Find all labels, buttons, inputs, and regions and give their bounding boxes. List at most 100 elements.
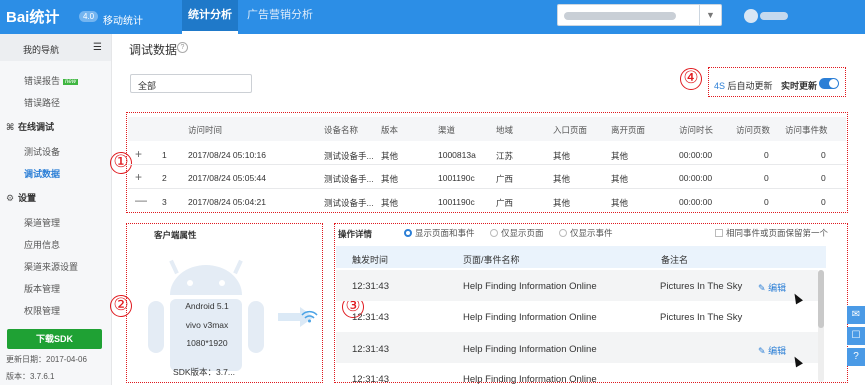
row-divider xyxy=(128,164,846,165)
radio-pages-only[interactable]: 仅显示页面 xyxy=(490,227,544,239)
username-redacted xyxy=(760,12,788,20)
table-cell-entry: 其他 xyxy=(553,151,571,161)
sidebar-section-settings[interactable]: ⚙ 设置 xyxy=(6,191,36,204)
table-cell-time[interactable]: 2017/08/24 05:04:21 xyxy=(188,197,266,207)
app-selector[interactable]: ▼ xyxy=(557,4,722,26)
event-name: Help Finding Information Online xyxy=(463,281,597,292)
edit-button[interactable]: ✎ 编辑 xyxy=(758,344,786,357)
event-time: 12:31:43 xyxy=(352,374,389,385)
tab-ad-analytics[interactable]: 广告营销分析 xyxy=(241,0,319,34)
col-visit-time: 访问时间 xyxy=(188,125,223,135)
table-cell-time[interactable]: 2017/08/24 05:05:44 xyxy=(188,173,266,183)
realtime-toggle[interactable] xyxy=(819,78,839,89)
avatar xyxy=(744,9,758,23)
checkbox-label: 相同事件或页面保留第一个 xyxy=(726,228,829,238)
sdk-version-info: SDK版本：3.7... xyxy=(173,367,235,377)
sidebar-item-app-info[interactable]: 应用信息 xyxy=(24,238,60,251)
annotation-number-2: ② xyxy=(110,295,132,317)
sidebar-item-channel[interactable]: 渠道管理 xyxy=(24,216,60,229)
sidebar-item-error-report[interactable]: 错误报告 new xyxy=(24,74,79,87)
table-cell-duration: 00:00:00 xyxy=(679,197,713,207)
version-badge: 4.0 xyxy=(79,11,99,22)
table-row-index: 2 xyxy=(162,173,167,183)
filter-select[interactable]: 全部 ⌄ xyxy=(130,74,252,93)
help-icon[interactable]: ? xyxy=(177,42,188,53)
operation-detail-title: 操作详情 xyxy=(338,229,373,239)
table-cell-version: 其他 xyxy=(381,174,399,184)
edit-label: 编辑 xyxy=(768,283,787,293)
row-divider xyxy=(128,188,846,189)
table-cell-entry: 其他 xyxy=(553,174,571,184)
event-name: Help Finding Information Online xyxy=(463,344,597,355)
logo[interactable]: Bai统计 xyxy=(6,6,59,27)
table-cell-region: 广西 xyxy=(496,174,514,184)
chevron-down-icon[interactable]: ▼ xyxy=(699,5,721,25)
sidebar-item-label: 错误报告 xyxy=(24,76,61,86)
download-sdk-button[interactable]: 下载SDK xyxy=(7,329,102,349)
table-cell-channel: 1000813a xyxy=(438,150,476,160)
table-cell-exit: 其他 xyxy=(611,151,629,161)
keep-first-checkbox[interactable]: 相同事件或页面保留第一个 xyxy=(715,227,828,239)
col-duration: 访问时长 xyxy=(679,125,714,135)
table-cell-version: 其他 xyxy=(381,198,399,208)
table-cell-entry: 其他 xyxy=(553,198,571,208)
feedback-icon[interactable]: ✉ xyxy=(847,306,865,324)
sdk-version: 版本：3.7.6.1 xyxy=(6,372,55,381)
event-scrollbar[interactable] xyxy=(818,270,824,382)
annotation-number-1: ① xyxy=(110,152,132,174)
sidebar-section-online-debug[interactable]: ⌘ 在线调试 xyxy=(6,120,54,133)
sidebar-header: 我的导航 ☰ xyxy=(0,34,111,61)
sidebar-item-channel-source[interactable]: 渠道来源设置 xyxy=(24,260,78,273)
col-channel: 渠道 xyxy=(438,125,456,135)
device-model: vivo v3max xyxy=(185,320,229,330)
sidebar-title: 我的导航 xyxy=(23,45,60,55)
table-cell-exit: 其他 xyxy=(611,198,629,208)
table-cell-pages: 0 xyxy=(764,150,769,160)
col-exit-page: 离开页面 xyxy=(611,125,646,135)
sidebar-item-test-device[interactable]: 测试设备 xyxy=(24,145,60,158)
sidebar-item-permission[interactable]: 权限管理 xyxy=(24,304,60,317)
radio-icon xyxy=(559,229,567,237)
new-badge: new xyxy=(63,79,79,85)
sidebar-section-label: 设置 xyxy=(18,193,37,203)
realtime-label: 实时更新 xyxy=(781,81,818,91)
expand-row-button[interactable]: + xyxy=(135,147,142,161)
col-page-event-name: 页面/事件名称 xyxy=(463,255,520,265)
radio-label: 仅显示页面 xyxy=(501,228,544,238)
col-entry-page: 入口页面 xyxy=(553,125,588,135)
sidebar-item-version[interactable]: 版本管理 xyxy=(24,282,60,295)
table-cell-pages: 0 xyxy=(764,173,769,183)
table-cell-channel: 1001190c xyxy=(438,197,475,207)
edit-button[interactable]: ✎ 编辑 xyxy=(758,281,786,294)
collapse-row-button[interactable]: — xyxy=(135,193,147,207)
sidebar-section-label: 在线调试 xyxy=(18,122,55,132)
help-float-icon[interactable]: ? xyxy=(847,348,865,366)
chat-icon[interactable]: ☐ xyxy=(847,327,865,345)
table-cell-events: 0 xyxy=(821,173,826,183)
col-pages: 访问页数 xyxy=(736,125,771,135)
event-table-header xyxy=(336,246,826,268)
table-row-index: 3 xyxy=(162,197,167,207)
user-menu[interactable] xyxy=(744,9,804,23)
gear-icon: ⚙ xyxy=(6,193,15,203)
scrollbar-thumb[interactable] xyxy=(818,270,824,328)
edit-label: 编辑 xyxy=(768,346,787,356)
radio-icon xyxy=(490,229,498,237)
event-name: Help Finding Information Online xyxy=(463,374,597,385)
table-cell-version: 其他 xyxy=(381,151,399,161)
col-device-name: 设备名称 xyxy=(324,125,359,135)
expand-row-button[interactable]: + xyxy=(135,170,142,184)
sidebar-item-error-path[interactable]: 错误路径 xyxy=(24,96,60,109)
table-cell-region: 江苏 xyxy=(496,151,514,161)
table-row-index: 1 xyxy=(162,150,167,160)
table-cell-time[interactable]: 2017/08/24 05:10:16 xyxy=(188,150,266,160)
tab-analytics[interactable]: 统计分析 xyxy=(182,0,238,34)
client-attributes-title: 客户端属性 xyxy=(154,230,197,240)
sidebar-item-debug-data[interactable]: 调试数据 xyxy=(24,167,60,180)
radio-show-pages-events[interactable]: 显示页面和事件 xyxy=(404,227,475,239)
auto-refresh-label: 后自动更新 xyxy=(727,81,773,91)
pencil-icon: ✎ xyxy=(758,283,766,293)
collapse-menu-icon[interactable]: ☰ xyxy=(93,42,102,53)
app-name-redacted xyxy=(564,12,676,20)
radio-events-only[interactable]: 仅显示事件 xyxy=(559,227,613,239)
